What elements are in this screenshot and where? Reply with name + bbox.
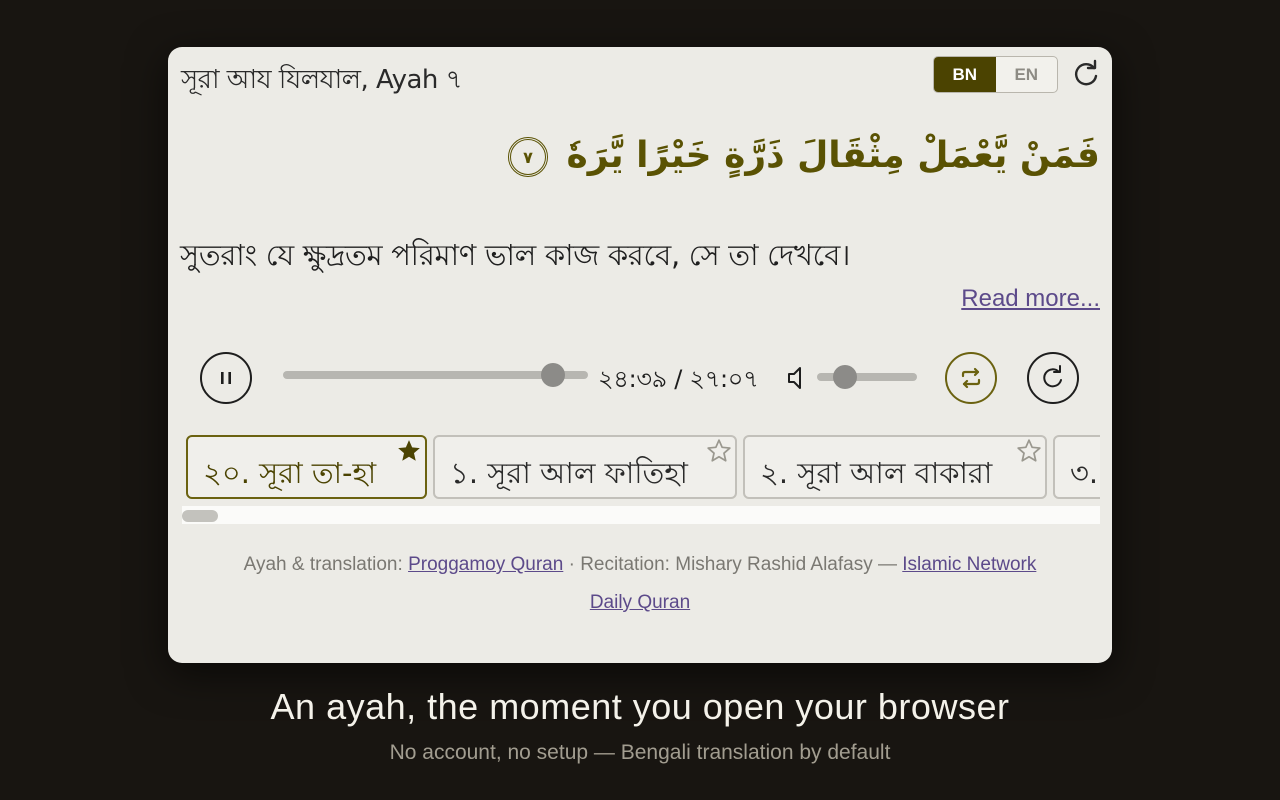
translation-text: সুতরাং যে ক্ষুদ্রতম পরিমাণ ভাল কাজ করবে,… [180, 238, 851, 272]
progress-thumb[interactable] [540, 363, 565, 387]
surah-tab-label: ২০. সূরা তা-হা [203, 456, 377, 490]
progress-slider[interactable] [283, 363, 588, 387]
volume-thumb[interactable] [833, 365, 857, 389]
tabs-scrollbar-thumb[interactable] [182, 510, 218, 522]
replay-button[interactable] [1027, 352, 1079, 404]
replay-icon [1043, 365, 1062, 388]
surah-tab-label: ২. সূরা আল বাকারা [760, 456, 993, 490]
playback-time: ২৪:৩৯ / ২৭:০৭ [598, 365, 759, 393]
surah-tabs: ২০. সূরা তা-হা ১. সূরা আল ফাতিহা ২. সূরা… [182, 433, 1100, 529]
promo-headline: An ayah, the moment you open your browse… [270, 686, 1010, 727]
arabic-ayah-text: فَمَنْ يَّعْمَلْ مِثْقَالَ ذَرَّةٍ خَيْر… [507, 135, 1100, 177]
tabs-scrollbar[interactable] [182, 506, 1100, 524]
repeat-icon [961, 367, 981, 389]
attribution-recitation-prefix: · Recitation: Mishary Rashid Alafasy — [563, 554, 903, 575]
language-toggle: BN EN [933, 56, 1058, 93]
attribution-ayah-prefix: Ayah & translation: [243, 554, 409, 575]
ayah-reference-title: সূরা আয যিলযাল, Ayah ৭ [181, 65, 463, 95]
read-more-link[interactable]: Read more... [961, 285, 1100, 313]
pause-button[interactable] [200, 352, 252, 404]
volume-icon[interactable] [786, 364, 810, 392]
pause-icon [221, 372, 231, 384]
repeat-button[interactable] [945, 352, 997, 404]
lang-button-bn[interactable]: BN [934, 57, 996, 92]
surah-tab-baqara[interactable]: ২. সূরা আল বাকারা [743, 435, 1047, 499]
audio-player: ২৪:৩৯ / ২৭:০৭ [168, 347, 1112, 409]
refresh-icon[interactable] [1071, 59, 1101, 89]
attribution-footer: Ayah & translation: Proggamoy Quran · Re… [168, 549, 1112, 619]
promo-subline: No account, no setup — Bengali translati… [389, 741, 891, 764]
lang-button-en[interactable]: EN [996, 57, 1058, 92]
surah-tab-label: ৩. [1070, 456, 1099, 490]
proggamoy-quran-link[interactable]: Proggamoy Quran [408, 554, 563, 575]
ayah-number-marker: ٧ [507, 137, 548, 177]
star-icon[interactable] [396, 438, 422, 464]
arabic-text: فَمَنْ يَّعْمَلْ مِثْقَالَ ذَرَّةٍ خَيْر… [566, 135, 1100, 176]
volume-slider[interactable] [817, 365, 917, 389]
surah-tab-fatiha[interactable]: ১. সূরা আল ফাতিহা [433, 435, 737, 499]
star-outline-icon[interactable] [1016, 438, 1042, 464]
star-outline-icon[interactable] [706, 438, 732, 464]
surah-tab-al-imran[interactable]: ৩. [1053, 435, 1100, 499]
islamic-network-link[interactable]: Islamic Network [902, 554, 1036, 575]
ayah-card: সূরা আয যিলযাল, Ayah ৭ BN EN فَمَنْ يَّع… [168, 47, 1112, 663]
surah-tab-label: ১. সূরা আল ফাতিহা [450, 456, 688, 490]
surah-tab-taha[interactable]: ২০. সূরা তা-হা [186, 435, 427, 499]
daily-quran-link[interactable]: Daily Quran [590, 592, 690, 613]
